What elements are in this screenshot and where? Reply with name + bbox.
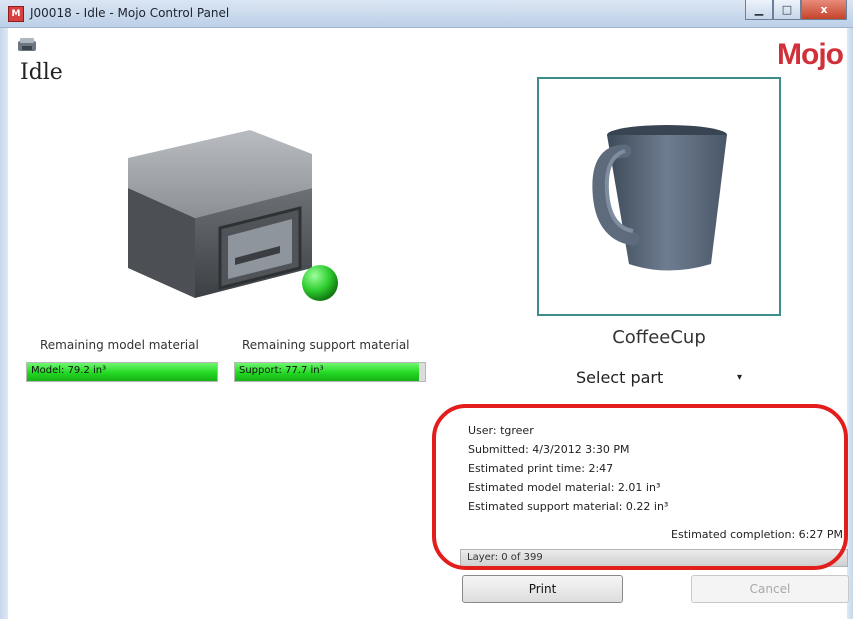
coffee-cup-model <box>592 125 727 271</box>
job-info: User: tgreer Submitted: 4/3/2012 3:30 PM… <box>468 421 668 516</box>
estimated-completion: Estimated completion: 6:27 PM <box>671 528 843 541</box>
job-submitted: Submitted: 4/3/2012 3:30 PM <box>468 443 630 456</box>
window-title: J00018 - Idle - Mojo Control Panel <box>30 6 230 20</box>
chevron-down-icon: ▾ <box>736 371 742 383</box>
model-material-bar: Model: 79.2 in³ <box>26 362 218 382</box>
support-material-bar: Support: 77.7 in³ <box>234 362 426 382</box>
title-bar[interactable]: M J00018 - Idle - Mojo Control Panel ▁ □… <box>0 0 853 28</box>
select-part-label: Select part <box>576 367 664 387</box>
print-button[interactable]: Print <box>462 575 623 603</box>
cancel-button[interactable]: Cancel <box>691 575 849 603</box>
part-name: CoffeeCup <box>612 327 706 348</box>
mojo-logo: Mojo <box>777 38 844 71</box>
printer-status: Idle <box>20 60 63 85</box>
select-part-dropdown[interactable]: Select part ▾ <box>560 363 750 391</box>
support-material-label: Remaining support material <box>242 338 410 352</box>
layer-progress-text: Layer: 0 of 399 <box>467 552 543 563</box>
layer-progress-bar: Layer: 0 of 399 <box>460 549 848 567</box>
job-user: User: tgreer <box>468 424 534 437</box>
maximize-button[interactable]: □ <box>773 0 801 20</box>
window-frame-left <box>0 28 8 619</box>
job-print-time: Estimated print time: 2:47 <box>468 462 614 475</box>
app-icon: M <box>8 6 24 22</box>
status-light <box>302 265 338 301</box>
window-frame-right <box>847 28 853 619</box>
model-material-value: Model: 79.2 in³ <box>31 365 107 376</box>
mojo-control-panel-window: M J00018 - Idle - Mojo Control Panel ▁ □… <box>0 0 853 619</box>
job-support-material: Estimated support material: 0.22 in³ <box>468 500 669 513</box>
minimize-button[interactable]: ▁ <box>745 0 773 20</box>
job-model-material: Estimated model material: 2.01 in³ <box>468 481 661 494</box>
printer-icon <box>18 38 36 51</box>
printer-illustration <box>128 130 338 301</box>
close-button[interactable]: x <box>801 0 847 20</box>
part-preview <box>537 77 781 316</box>
window-controls: ▁ □ x <box>745 0 847 20</box>
support-material-value: Support: 77.7 in³ <box>239 365 324 376</box>
model-material-label: Remaining model material <box>40 338 199 352</box>
